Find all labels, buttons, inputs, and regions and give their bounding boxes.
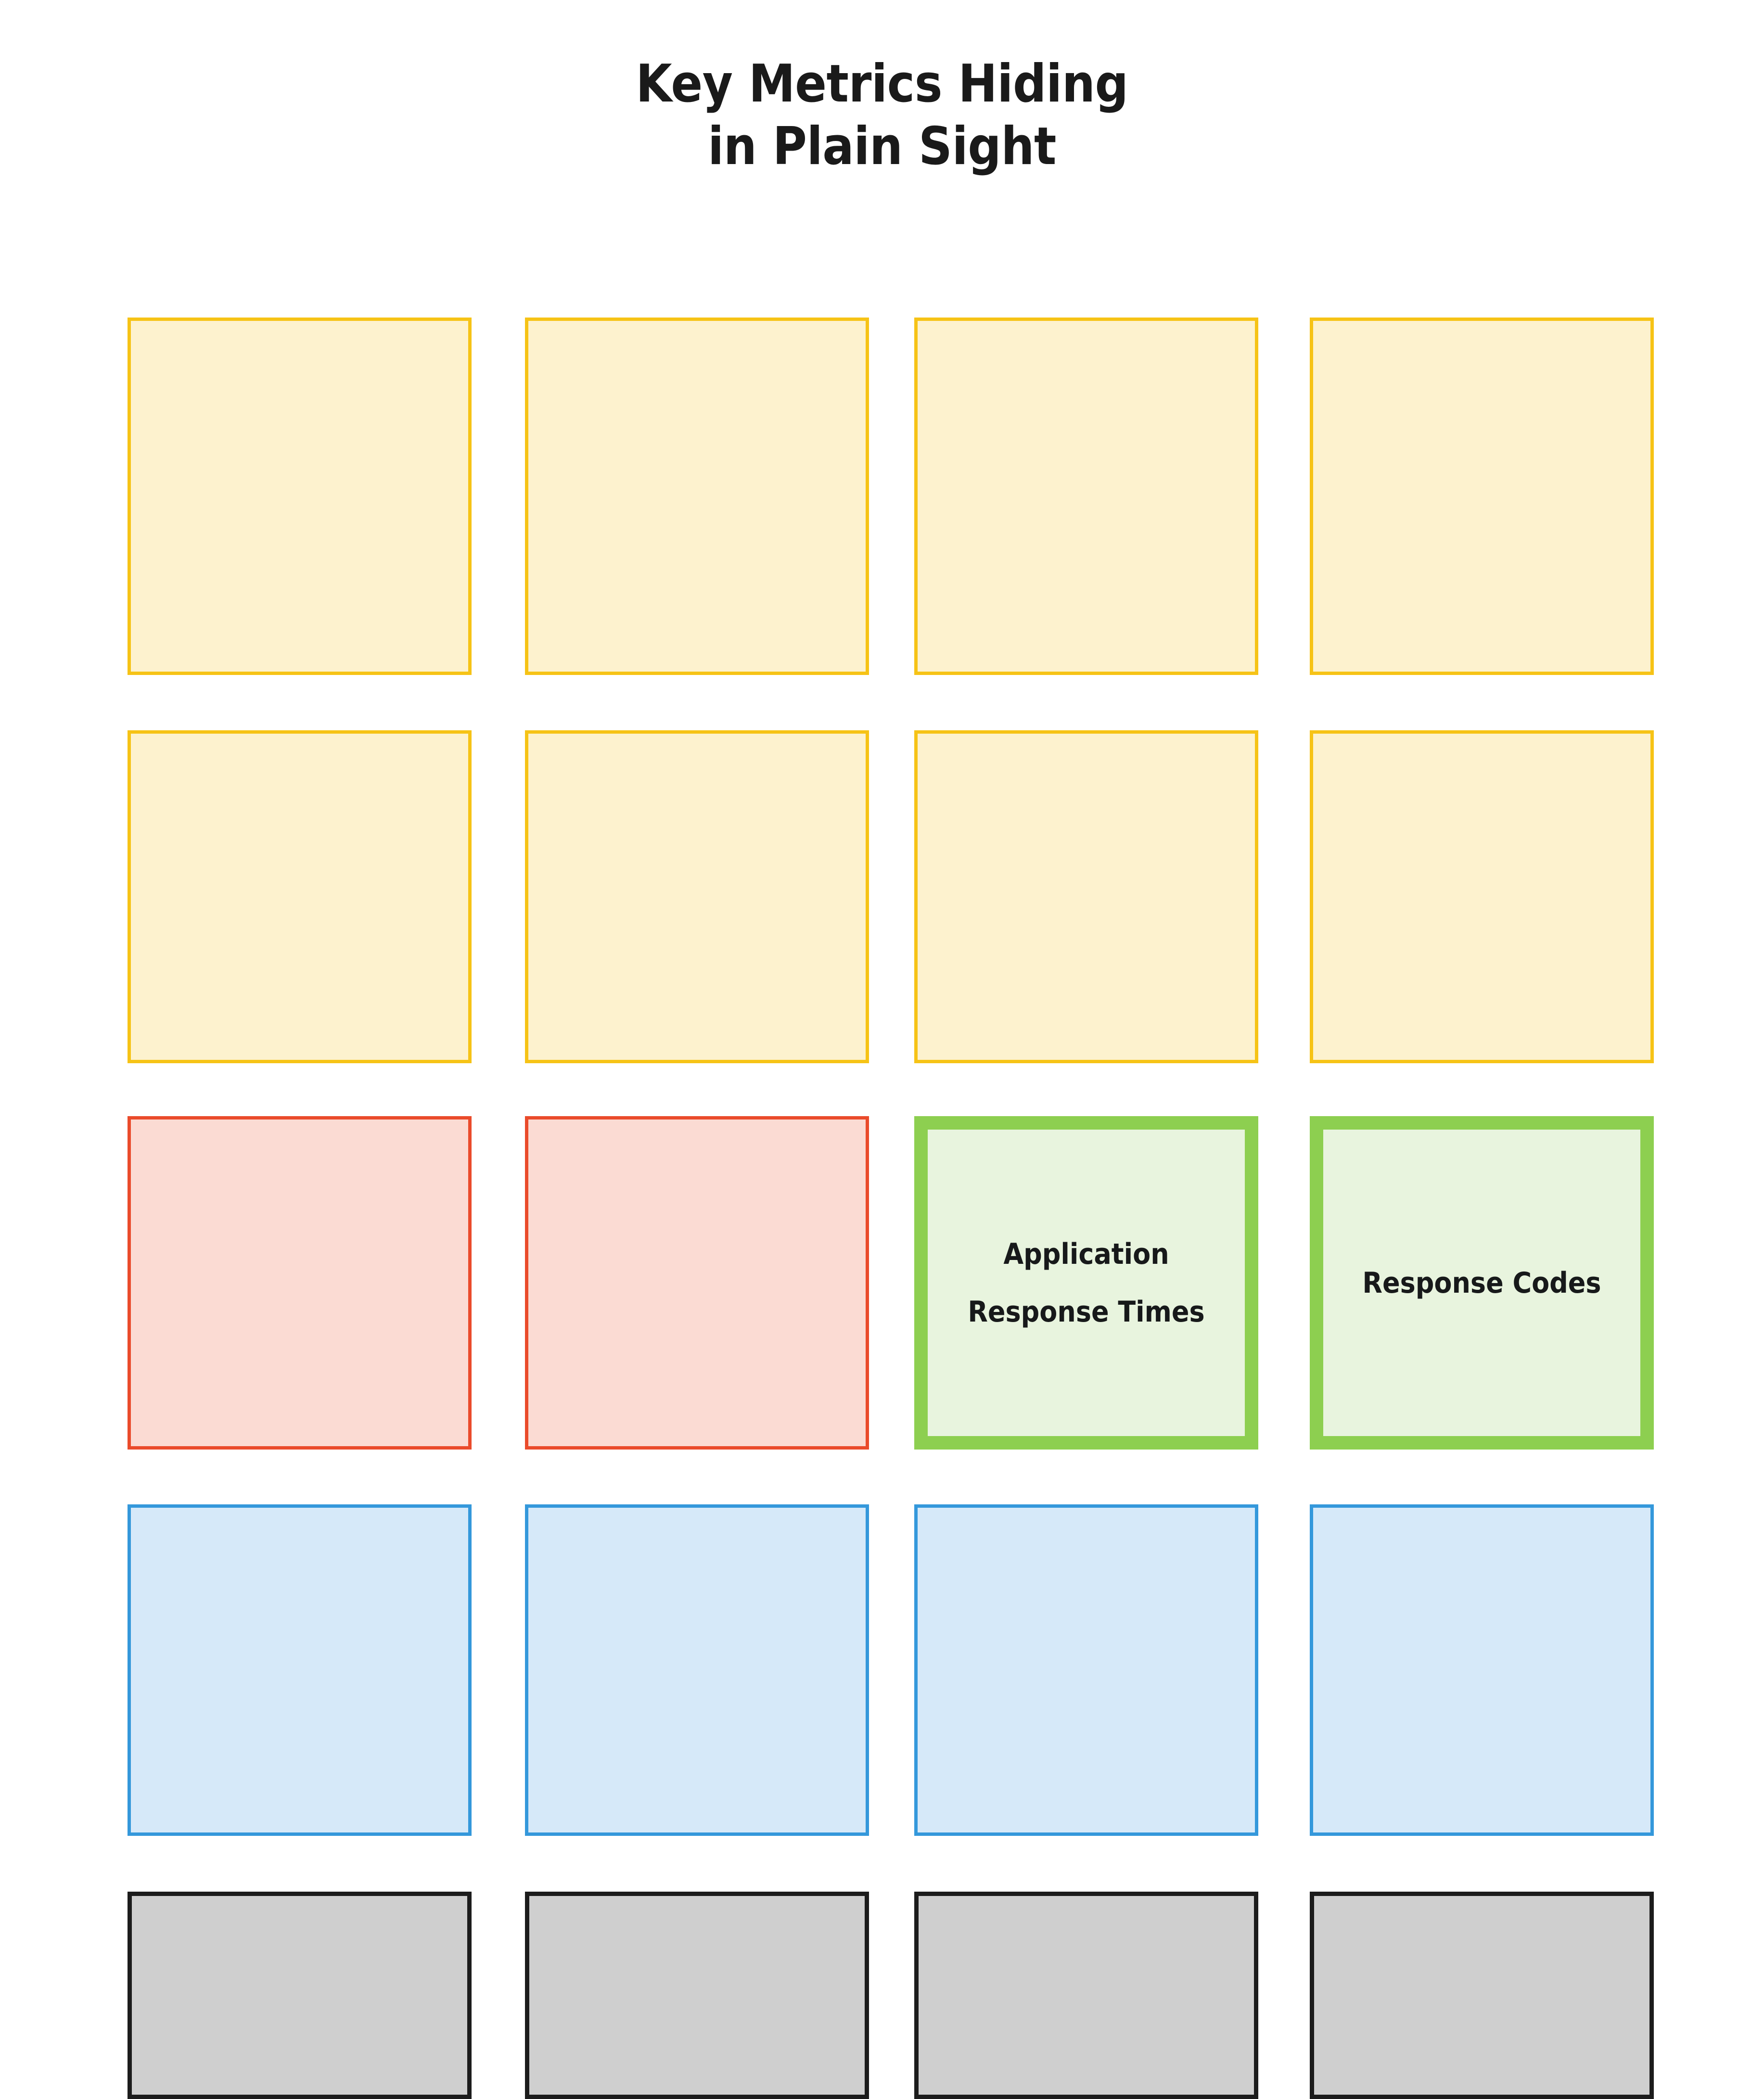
metric-cell-blue-r4c3[interactable] — [914, 1504, 1258, 1836]
metric-cell-label: Response Codes — [1362, 1266, 1601, 1300]
metric-cell-gray-r5c1[interactable] — [128, 1892, 472, 2099]
metric-grid: Application Response Times Response Codes — [0, 0, 1764, 2099]
metric-cell-green-r3c3[interactable]: Application Response Times — [914, 1116, 1258, 1450]
metric-cell-yellow-r1c4[interactable] — [1310, 318, 1654, 675]
metric-cell-yellow-r2c1[interactable] — [128, 730, 472, 1063]
metric-cell-red-r3c2[interactable] — [525, 1116, 869, 1450]
metric-cell-blue-r4c2[interactable] — [525, 1504, 869, 1836]
metric-cell-gray-r5c4[interactable] — [1310, 1892, 1654, 2099]
metric-cell-yellow-r2c4[interactable] — [1310, 730, 1654, 1063]
metric-cell-yellow-r1c3[interactable] — [914, 318, 1258, 675]
metric-cell-yellow-r1c1[interactable] — [128, 318, 472, 675]
page-root: Key Metrics Hiding in Plain Sight Applic… — [0, 0, 1764, 2099]
metric-cell-yellow-r1c2[interactable] — [525, 318, 869, 675]
metric-cell-blue-r4c4[interactable] — [1310, 1504, 1654, 1836]
metric-cell-blue-r4c1[interactable] — [128, 1504, 472, 1836]
metric-cell-gray-r5c3[interactable] — [914, 1892, 1258, 2099]
metric-cell-yellow-r2c2[interactable] — [525, 730, 869, 1063]
metric-cell-yellow-r2c3[interactable] — [914, 730, 1258, 1063]
metric-cell-label: Application Response Times — [968, 1237, 1205, 1329]
metric-cell-green-r3c4[interactable]: Response Codes — [1310, 1116, 1654, 1450]
metric-cell-gray-r5c2[interactable] — [525, 1892, 869, 2099]
metric-cell-red-r3c1[interactable] — [128, 1116, 472, 1450]
